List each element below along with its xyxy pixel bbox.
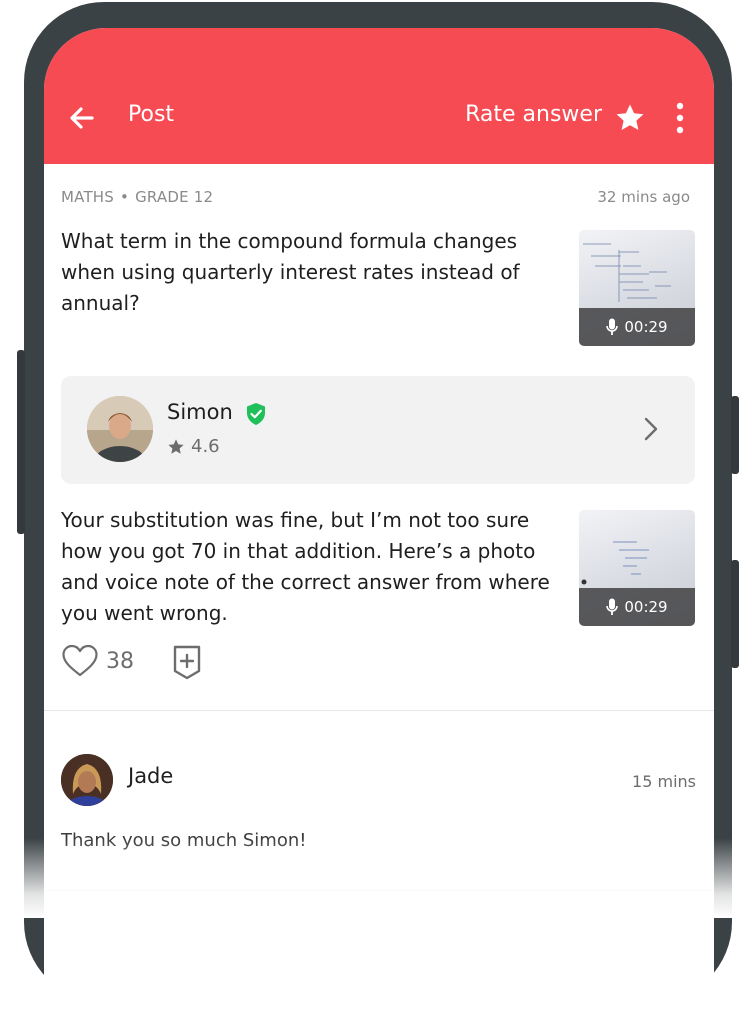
- verified-shield-icon: [247, 403, 265, 425]
- answer-media-thumbnail[interactable]: 00:29: [579, 510, 695, 626]
- microphone-icon: [606, 318, 619, 335]
- phone-screen: Post Rate answer MATHS • GRADE 12 32 mins …: [44, 28, 714, 1028]
- grade-label: GRADE 12: [135, 188, 214, 206]
- like-count: 38: [106, 649, 134, 674]
- voice-note-badge: 00:29: [579, 308, 695, 346]
- power-button: [731, 560, 739, 668]
- section-divider: [44, 710, 714, 711]
- question-text: What term in the compound formula change…: [61, 229, 520, 315]
- volume-button: [17, 350, 25, 534]
- comment-timestamp: 15 mins: [632, 772, 696, 791]
- question-media-thumbnail[interactable]: 00:29: [579, 230, 695, 346]
- commenter-name: Jade: [128, 764, 174, 788]
- voice-duration: 00:29: [624, 318, 668, 336]
- star-icon[interactable]: [614, 102, 646, 134]
- arrow-left-icon[interactable]: [66, 102, 98, 134]
- page-title: Post: [128, 102, 175, 127]
- post-meta: MATHS • GRADE 12: [61, 188, 213, 206]
- rate-answer-button[interactable]: Rate answer: [465, 102, 602, 127]
- chevron-right-icon: [644, 417, 658, 441]
- app-bar: Post Rate answer: [44, 28, 714, 164]
- avatar: [87, 396, 153, 462]
- avatar: [61, 754, 113, 806]
- comment-text: Thank you so much Simon!: [61, 830, 307, 851]
- rating-value: 4.6: [191, 436, 220, 457]
- post-timestamp: 32 mins ago: [597, 188, 690, 206]
- section-divider: [44, 890, 714, 891]
- subject-label: MATHS: [61, 188, 115, 206]
- author-rating: 4.6: [167, 436, 220, 457]
- bookmark-add-icon[interactable]: [172, 644, 202, 680]
- microphone-icon: [606, 598, 619, 615]
- voice-duration: 00:29: [624, 598, 668, 616]
- rating-star-icon: [168, 438, 184, 454]
- voice-note-badge: 00:29: [579, 588, 695, 626]
- more-vertical-icon[interactable]: [674, 101, 686, 135]
- author-card[interactable]: Simon 4.6: [61, 376, 695, 484]
- heart-icon[interactable]: [61, 644, 99, 678]
- side-button: [731, 396, 739, 474]
- author-name: Simon: [167, 400, 233, 424]
- separator-dot: •: [120, 188, 130, 206]
- answer-text: Your substitution was fine, but I’m not …: [61, 508, 550, 625]
